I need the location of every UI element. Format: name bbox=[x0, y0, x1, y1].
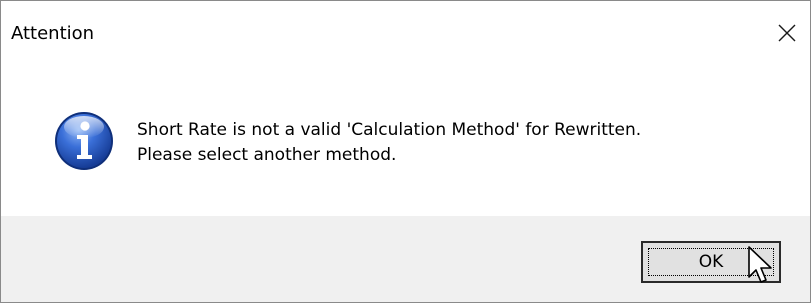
ok-button[interactable]: OK bbox=[641, 241, 781, 283]
close-icon bbox=[777, 23, 797, 43]
info-icon bbox=[53, 110, 115, 172]
message-dialog: Attention Short Rate is not a valid 'Cal… bbox=[0, 0, 811, 303]
title-bar[interactable]: Attention bbox=[1, 1, 810, 61]
ok-button-label: OK bbox=[698, 252, 724, 272]
close-button[interactable] bbox=[764, 5, 810, 61]
message-line-1: Short Rate is not a valid 'Calculation M… bbox=[137, 120, 642, 140]
dialog-content: Short Rate is not a valid 'Calculation M… bbox=[1, 61, 810, 216]
message-line-2: Please select another method. bbox=[137, 145, 397, 165]
message-text: Short Rate is not a valid 'Calculation M… bbox=[137, 118, 641, 168]
button-bar: OK bbox=[1, 216, 810, 302]
dialog-title: Attention bbox=[11, 23, 95, 44]
